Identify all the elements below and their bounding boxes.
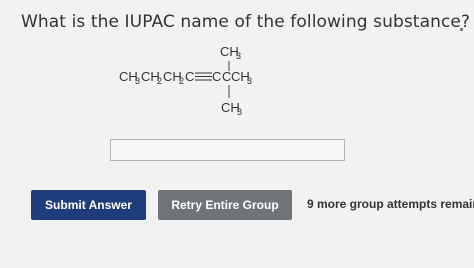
attempts-remaining-text: 9 more group attempts remaini (307, 197, 474, 211)
bottom-substituent-3: 3 (237, 107, 242, 117)
retry-entire-group-button[interactable]: Retry Entire Group (158, 190, 292, 220)
chain-sub-1: 3 (135, 76, 140, 86)
chain-c-quaternary: C (222, 69, 231, 84)
chain-sub-end: 3 (247, 76, 252, 86)
answer-input[interactable] (110, 139, 345, 161)
top-substituent-3: 3 (236, 51, 241, 61)
submit-answer-button[interactable]: Submit Answer (31, 190, 146, 220)
chain-sub-3: 2 (179, 76, 184, 86)
chain-c-alkyne-2: C (212, 69, 221, 84)
question-page: What is the IUPAC name of the following … (0, 0, 474, 268)
chain-c-alkyne-1: C (185, 69, 194, 84)
chemical-structure: CH 3 CH 3 CH 2 CH 2 C C C CH 3 CH 3 (119, 44, 252, 117)
chain-sub-2: 2 (157, 76, 162, 86)
